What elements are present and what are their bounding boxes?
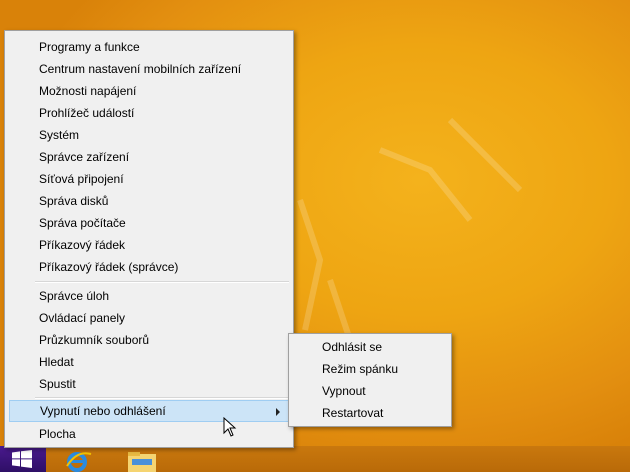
menu-item-task-manager[interactable]: Správce úloh	[9, 285, 289, 307]
file-explorer-icon[interactable]	[126, 450, 158, 472]
menu-item-disk-management[interactable]: Správa disků	[9, 190, 289, 212]
menu-separator	[35, 281, 289, 283]
menu-item-shutdown-signout[interactable]: Vypnutí nebo odhlášení	[9, 400, 289, 422]
internet-explorer-icon[interactable]	[64, 446, 94, 472]
menu-item-programs-features[interactable]: Programy a funkce	[9, 36, 289, 58]
menu-item-computer-management[interactable]: Správa počítače	[9, 212, 289, 234]
menu-item-device-manager[interactable]: Správce zařízení	[9, 146, 289, 168]
mouse-cursor-icon	[223, 417, 237, 437]
menu-item-control-panel[interactable]: Ovládací panely	[9, 307, 289, 329]
menu-item-desktop[interactable]: Plocha	[9, 423, 289, 445]
menu-item-mobility-center[interactable]: Centrum nastavení mobilních zařízení	[9, 58, 289, 80]
menu-item-system[interactable]: Systém	[9, 124, 289, 146]
menu-item-event-viewer[interactable]: Prohlížeč událostí	[9, 102, 289, 124]
menu-item-search[interactable]: Hledat	[9, 351, 289, 373]
submenu-item-restart[interactable]: Restartovat	[293, 402, 447, 424]
shutdown-submenu: Odhlásit se Režim spánku Vypnout Restart…	[288, 333, 452, 427]
menu-item-power-options[interactable]: Možnosti napájení	[9, 80, 289, 102]
menu-item-run[interactable]: Spustit	[9, 373, 289, 395]
taskbar	[0, 446, 630, 472]
submenu-item-shut-down[interactable]: Vypnout	[293, 380, 447, 402]
start-button[interactable]	[0, 446, 46, 472]
submenu-arrow-icon	[276, 408, 280, 416]
windows-logo-icon	[12, 450, 32, 468]
submenu-item-sleep[interactable]: Režim spánku	[293, 358, 447, 380]
menu-separator	[35, 397, 289, 399]
menu-item-network-connections[interactable]: Síťová připojení	[9, 168, 289, 190]
menu-item-command-prompt[interactable]: Příkazový řádek	[9, 234, 289, 256]
menu-item-label: Vypnutí nebo odhlášení	[40, 404, 166, 418]
power-user-menu: Programy a funkce Centrum nastavení mobi…	[4, 30, 294, 448]
submenu-item-sign-out[interactable]: Odhlásit se	[293, 336, 447, 358]
menu-item-command-prompt-admin[interactable]: Příkazový řádek (správce)	[9, 256, 289, 278]
menu-item-file-explorer[interactable]: Průzkumník souborů	[9, 329, 289, 351]
